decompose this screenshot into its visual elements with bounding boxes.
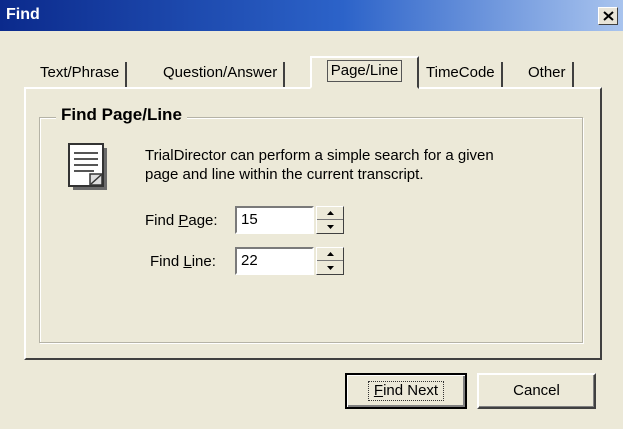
tab-label: TimeCode bbox=[426, 64, 495, 81]
window-title: Find bbox=[6, 6, 40, 23]
tab-label: Other bbox=[528, 64, 566, 81]
label-part: ind Next bbox=[383, 382, 439, 399]
find-line-value: 22 bbox=[241, 252, 258, 269]
arrow-up-icon bbox=[326, 252, 334, 256]
label-accelerator: L bbox=[183, 253, 192, 270]
tab-label: Question/Answer bbox=[163, 64, 278, 81]
arrow-up-icon bbox=[326, 211, 334, 215]
description-line: page and line within the current transcr… bbox=[145, 166, 424, 183]
label-part: ine: bbox=[191, 253, 216, 270]
find-page-label: Find Page: bbox=[145, 212, 218, 229]
find-next-button[interactable]: Find Next bbox=[345, 373, 467, 409]
tab-page-line[interactable]: Page/Line bbox=[310, 56, 419, 89]
spin-down-button[interactable] bbox=[317, 220, 343, 233]
find-next-label: Find Next bbox=[367, 381, 445, 401]
find-line-input[interactable]: 22 bbox=[235, 247, 314, 275]
spin-up-button[interactable] bbox=[317, 207, 343, 220]
label-accelerator: F bbox=[373, 382, 384, 399]
spin-down-button[interactable] bbox=[317, 261, 343, 274]
find-dialog: Find Text/Phrase Question/Answer Page/Li… bbox=[0, 0, 623, 429]
tab-label: Text/Phrase bbox=[40, 64, 120, 81]
tab-other[interactable]: Other bbox=[522, 62, 574, 88]
arrow-down-icon bbox=[326, 265, 334, 270]
description: TrialDirector can perform a simple searc… bbox=[145, 146, 575, 184]
label-part: age: bbox=[188, 212, 218, 229]
tab-label: Page/Line bbox=[326, 60, 403, 82]
group-title: Find Page/Line bbox=[56, 105, 187, 125]
find-page-spinner[interactable] bbox=[316, 206, 344, 234]
spin-up-button[interactable] bbox=[317, 248, 343, 261]
cancel-label: Cancel bbox=[513, 382, 560, 399]
document-icon bbox=[68, 143, 107, 190]
find-page-input[interactable]: 15 bbox=[235, 206, 314, 234]
label-accelerator: P bbox=[178, 212, 189, 229]
tab-timecode[interactable]: TimeCode bbox=[420, 62, 503, 88]
arrow-down-icon bbox=[326, 224, 334, 229]
cancel-button[interactable]: Cancel bbox=[477, 373, 596, 409]
title-bar[interactable]: Find bbox=[0, 0, 623, 31]
label-part: Find bbox=[145, 212, 179, 229]
find-line-label: Find Line: bbox=[150, 253, 216, 270]
close-icon bbox=[602, 11, 614, 21]
find-line-spinner[interactable] bbox=[316, 247, 344, 275]
label-part: Find bbox=[150, 253, 184, 270]
tab-text-phrase[interactable]: Text/Phrase bbox=[34, 62, 128, 88]
description-line: TrialDirector can perform a simple searc… bbox=[145, 147, 494, 164]
tab-question-answer[interactable]: Question/Answer bbox=[157, 62, 286, 88]
close-button[interactable] bbox=[598, 7, 618, 25]
find-page-value: 15 bbox=[241, 211, 258, 228]
